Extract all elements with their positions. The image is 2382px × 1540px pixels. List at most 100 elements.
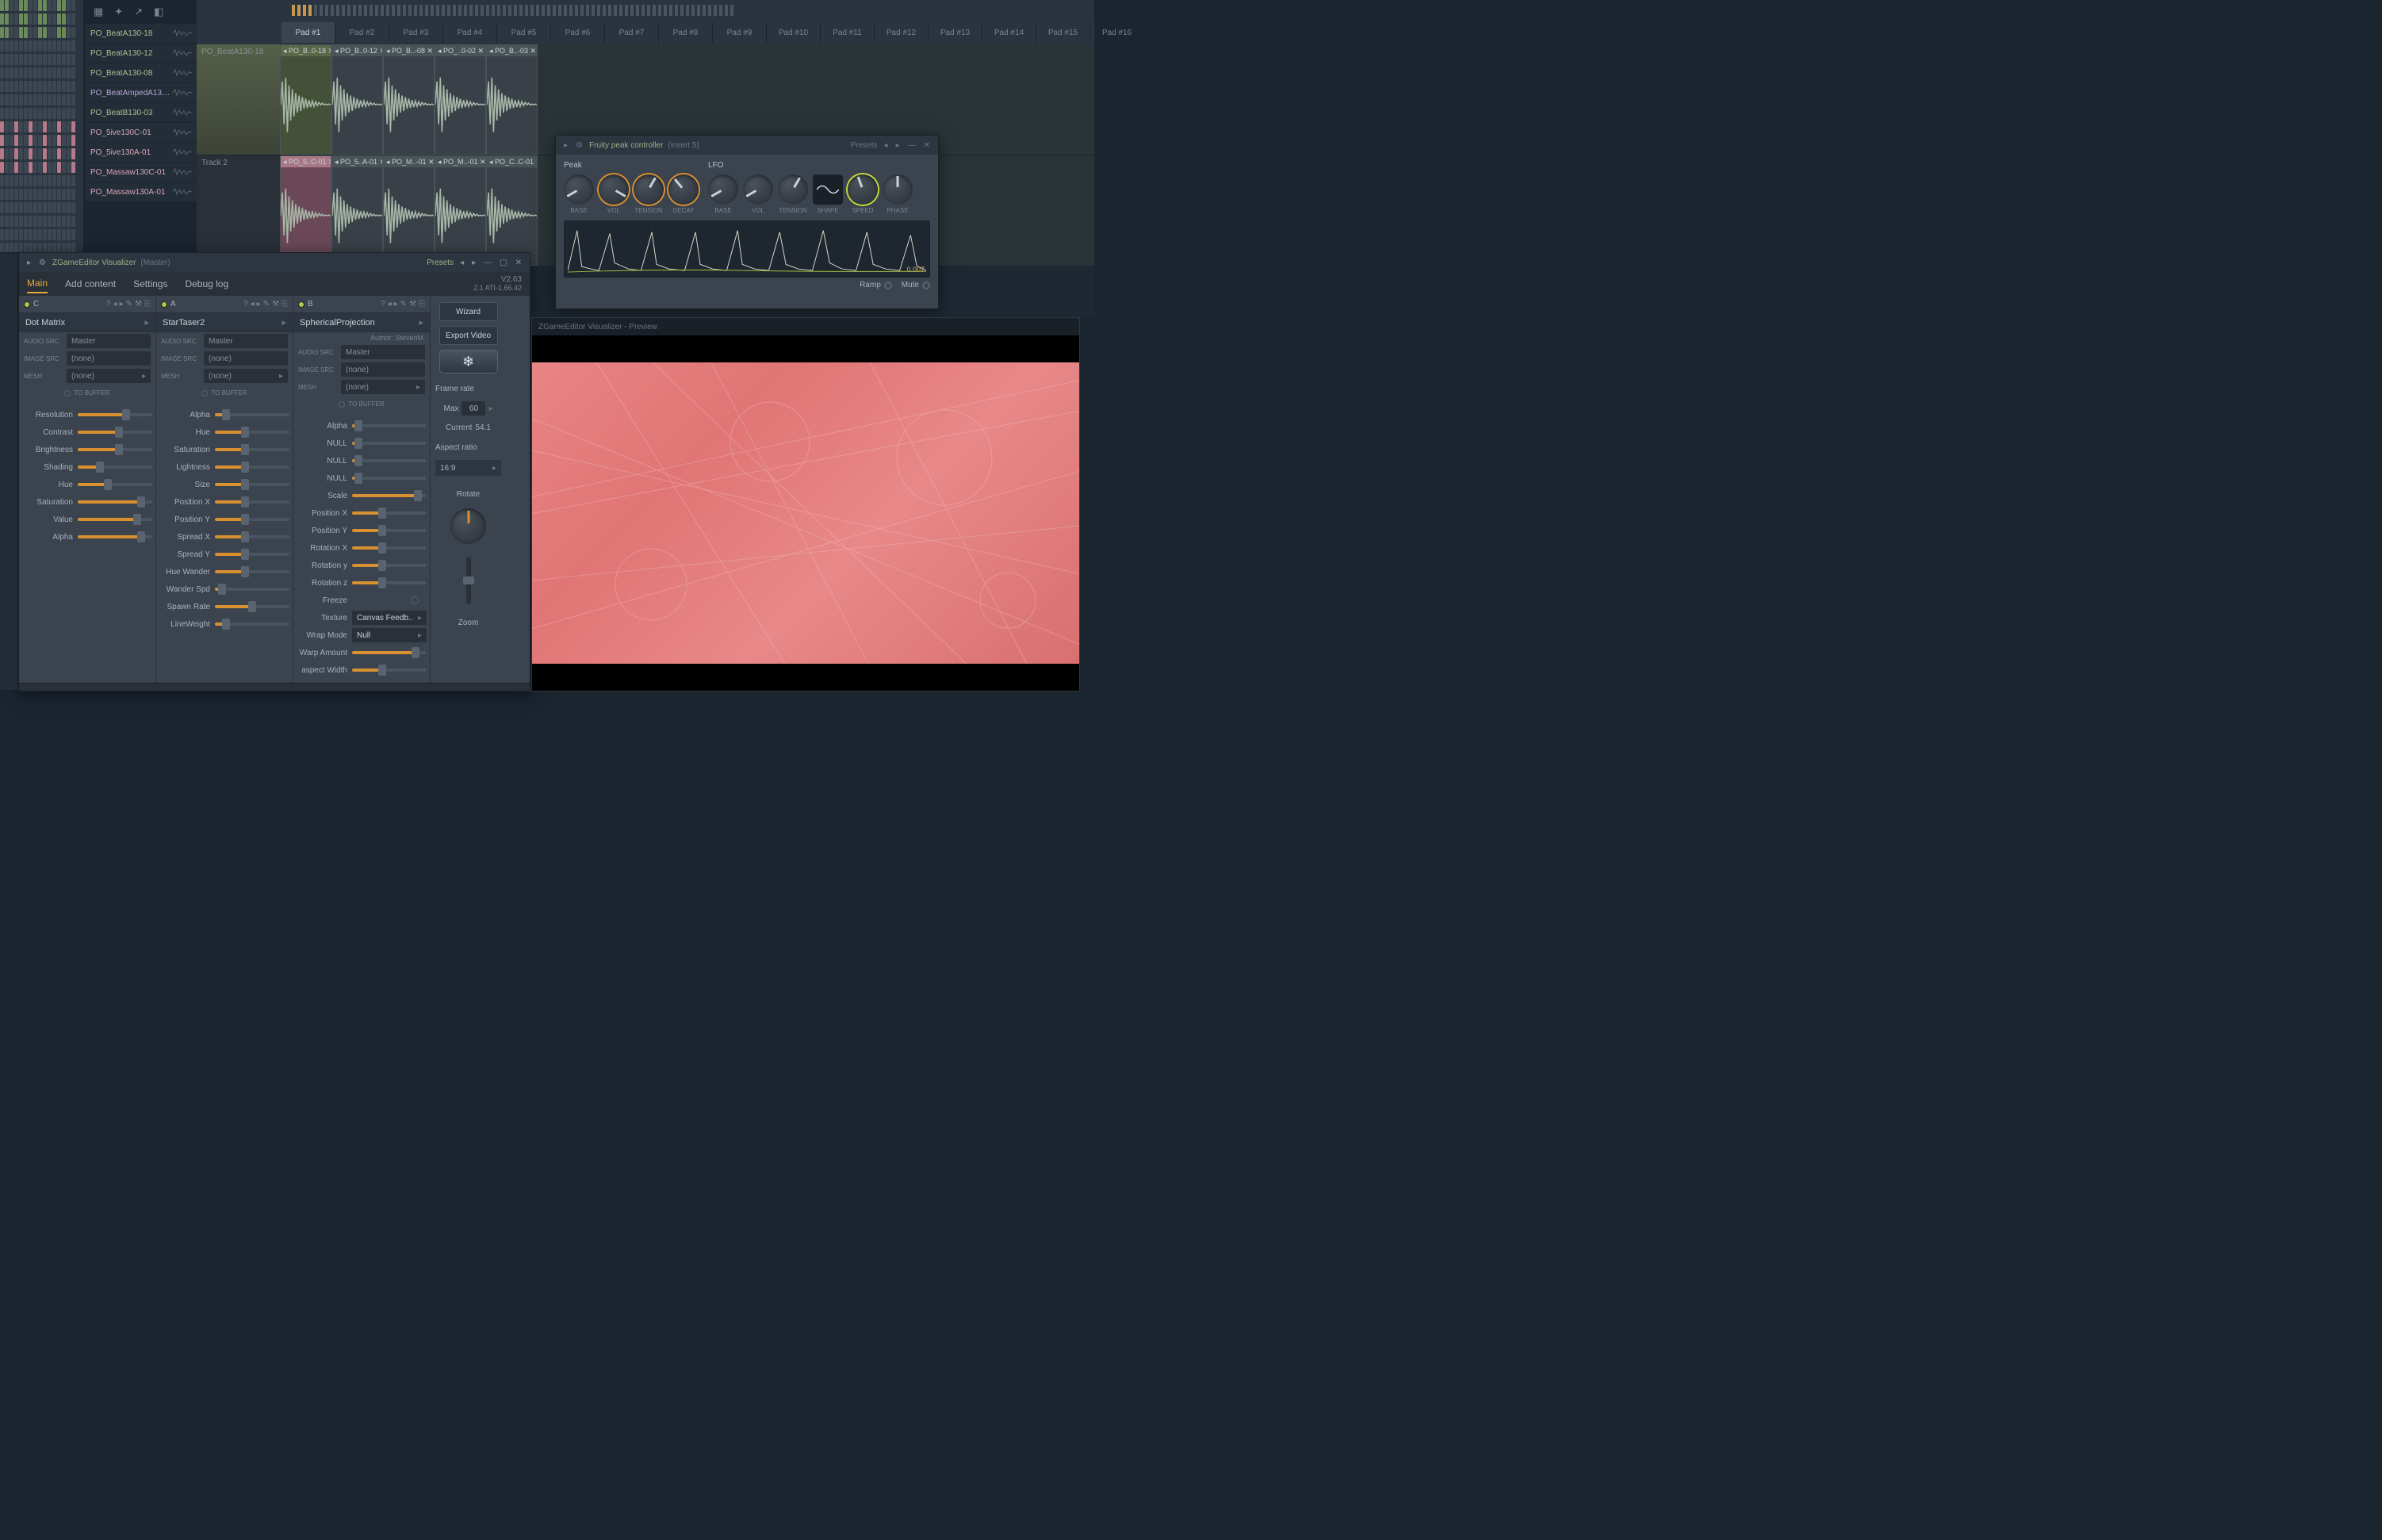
- presets-label[interactable]: Presets: [851, 141, 878, 150]
- slider-track[interactable]: [215, 431, 289, 434]
- param-saturation[interactable]: Saturation: [22, 493, 152, 511]
- knob-phase[interactable]: PHASE: [883, 174, 913, 214]
- close-icon[interactable]: ✕: [514, 259, 523, 267]
- clip-header[interactable]: ◂ PO_M..-01 ✕: [435, 156, 485, 167]
- pad-tab[interactable]: Pad #6: [551, 22, 605, 43]
- pad-tab[interactable]: Pad #16: [1090, 22, 1144, 43]
- gear-icon[interactable]: ⚙: [574, 141, 584, 150]
- slider-track[interactable]: [215, 588, 289, 591]
- audio-clip[interactable]: ◂ PO_5..A-01 ✕: [331, 155, 383, 266]
- audio-clip[interactable]: ◂ PO_B..-03 ✕: [486, 44, 538, 155]
- freeze-button[interactable]: ❄: [439, 350, 498, 374]
- audio-source-select[interactable]: Master: [204, 334, 288, 348]
- zge-tab-main[interactable]: Main: [27, 274, 48, 293]
- stepper-icon[interactable]: ▸: [488, 404, 492, 413]
- param-shading[interactable]: Shading: [22, 458, 152, 476]
- rotate-slider[interactable]: [466, 557, 471, 604]
- audio-clip[interactable]: ◂ PO_B..-08 ✕: [383, 44, 435, 155]
- layer-enable-radio[interactable]: [24, 301, 30, 308]
- copy-icon[interactable]: ⎘: [144, 300, 151, 308]
- fpc-peak-graph[interactable]: 0.007: [564, 220, 930, 278]
- next-preset-icon[interactable]: ▸: [470, 259, 477, 267]
- audio-clip[interactable]: ◂ PO_B..0-18 ✕: [280, 44, 331, 155]
- param-spread-x[interactable]: Spread X: [159, 528, 289, 546]
- param-spread-y[interactable]: Spread Y: [159, 546, 289, 563]
- clip-header[interactable]: ◂ PO_B..0-12 ✕: [332, 45, 382, 56]
- slider-track[interactable]: [352, 459, 427, 462]
- zge-tab-debug-log[interactable]: Debug log: [185, 275, 228, 293]
- pad-tab[interactable]: Pad #15: [1036, 22, 1090, 43]
- minimize-icon[interactable]: —: [906, 141, 917, 150]
- knob-tension[interactable]: TENSION: [778, 174, 808, 214]
- slider-track[interactable]: [352, 494, 427, 497]
- param-freeze[interactable]: Freeze: [297, 592, 427, 609]
- to-buffer-toggle[interactable]: TO BUFFER: [156, 385, 293, 401]
- slider-track[interactable]: [215, 535, 289, 538]
- audio-clip[interactable]: ◂ PO_..0-02 ✕: [435, 44, 486, 155]
- param-alpha[interactable]: Alpha: [159, 406, 289, 423]
- pad-tab[interactable]: Pad #2: [335, 22, 389, 43]
- param-resolution[interactable]: Resolution: [22, 406, 152, 423]
- param-rotation-x[interactable]: Rotation X: [297, 539, 427, 557]
- wand-icon[interactable]: ✎: [400, 300, 407, 308]
- param-lightness[interactable]: Lightness: [159, 458, 289, 476]
- slider-track[interactable]: [352, 581, 427, 584]
- toolbar-icon-3[interactable]: ◧: [154, 6, 163, 18]
- toolbar-icon-1[interactable]: ✦: [114, 6, 123, 18]
- slider-track[interactable]: [215, 465, 289, 469]
- audio-clip[interactable]: ◂ PO_5..C-01 ✕: [280, 155, 331, 266]
- slider-track[interactable]: [352, 564, 427, 567]
- next-icon[interactable]: ▸: [394, 300, 398, 308]
- track-label[interactable]: Track 2: [197, 155, 280, 266]
- slider-track[interactable]: [352, 477, 427, 480]
- pad-tab[interactable]: Pad #4: [443, 22, 497, 43]
- slider-track[interactable]: [352, 442, 427, 445]
- help-icon[interactable]: ?: [381, 300, 385, 308]
- zge-preview-title[interactable]: ZGameEditor Visualizer - Preview: [532, 318, 1079, 335]
- param-position-x[interactable]: Position X: [297, 504, 427, 522]
- sample-item[interactable]: PO_5ive130A-01▸: [86, 143, 197, 163]
- pad-tab[interactable]: Pad #8: [659, 22, 713, 43]
- layer-enable-radio[interactable]: [298, 301, 304, 308]
- aspect-ratio-select[interactable]: 16:9▸: [435, 460, 501, 476]
- zge-tab-settings[interactable]: Settings: [133, 275, 167, 293]
- wand-icon[interactable]: ✎: [126, 300, 132, 308]
- layer-enable-radio[interactable]: [161, 301, 167, 308]
- pad-tab[interactable]: Pad #7: [605, 22, 659, 43]
- knob-tension[interactable]: TENSION: [634, 174, 664, 214]
- pad-tab[interactable]: Pad #12: [875, 22, 929, 43]
- pad-tab[interactable]: Pad #1: [281, 22, 335, 43]
- param-wander-spd[interactable]: Wander Spd: [159, 580, 289, 598]
- tool-icon[interactable]: ⚒: [135, 300, 142, 308]
- param-null[interactable]: NULL: [297, 469, 427, 487]
- tool-icon[interactable]: ⚒: [272, 300, 279, 308]
- image-source-select[interactable]: (none): [67, 351, 151, 366]
- param-aspect-width[interactable]: aspect Width: [297, 661, 427, 679]
- slider-track[interactable]: [78, 465, 152, 469]
- slider-track[interactable]: [78, 448, 152, 451]
- param-rotation-y[interactable]: Rotation y: [297, 557, 427, 574]
- preset-dropdown[interactable]: Dot Matrix▸: [19, 313, 155, 332]
- knob-vol[interactable]: VOL: [599, 174, 629, 214]
- sample-item[interactable]: PO_BeatB130-03▸: [86, 103, 197, 123]
- copy-icon[interactable]: ⎘: [419, 300, 425, 308]
- knob-base[interactable]: BASE: [708, 174, 738, 214]
- preset-dropdown[interactable]: StarTaser2▸: [156, 313, 293, 332]
- slider-track[interactable]: [215, 448, 289, 451]
- preset-dropdown[interactable]: SphericalProjection▸: [293, 313, 430, 332]
- knob-vol[interactable]: VOL: [743, 174, 773, 214]
- menu-arrow-icon[interactable]: ▸: [25, 259, 33, 267]
- slider-track[interactable]: [215, 553, 289, 556]
- param-brightness[interactable]: Brightness: [22, 441, 152, 458]
- slider-track[interactable]: [215, 570, 289, 573]
- slider-track[interactable]: [352, 546, 427, 550]
- copy-icon[interactable]: ⎘: [281, 300, 288, 308]
- fpc-titlebar[interactable]: ▸ ⚙ Fruity peak controller (insert 5) Pr…: [556, 136, 938, 155]
- slider-track[interactable]: [215, 605, 289, 608]
- slider-track[interactable]: [215, 500, 289, 504]
- export-video-button[interactable]: Export Video: [439, 326, 498, 345]
- pad-tab[interactable]: Pad #14: [982, 22, 1036, 43]
- mesh-source-select[interactable]: (none)▸: [67, 369, 151, 383]
- clip-header[interactable]: ◂ PO_..0-02 ✕: [435, 45, 485, 56]
- slider-track[interactable]: [215, 413, 289, 416]
